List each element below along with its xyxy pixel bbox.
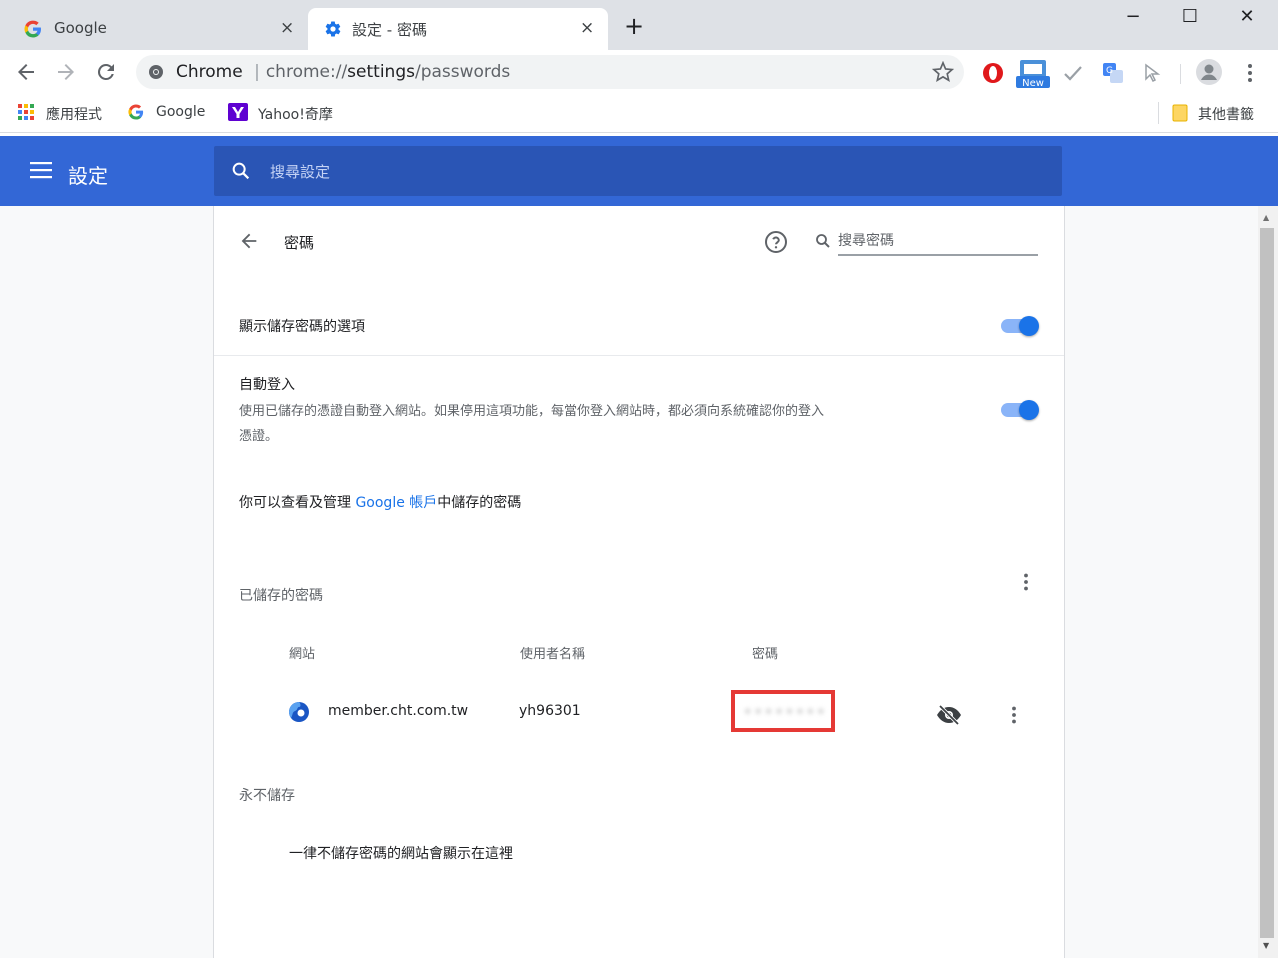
back-arrow-icon[interactable]: [238, 230, 260, 252]
toolbar: Chrome | chrome://settings/passwords New …: [0, 50, 1278, 94]
offer-save-toggle[interactable]: [999, 316, 1039, 336]
google-account-link[interactable]: Google 帳戶: [355, 495, 437, 511]
toolbar-divider: [1180, 64, 1181, 84]
url-scheme: chrome://: [265, 62, 348, 82]
check-extension-icon[interactable]: [1062, 62, 1084, 84]
avatar[interactable]: [1196, 59, 1222, 85]
site-favicon-icon: [288, 701, 310, 723]
scrollbar-thumb[interactable]: [1260, 228, 1274, 938]
more-vert-icon[interactable]: [1016, 572, 1036, 592]
column-header-site: 網站: [289, 647, 316, 662]
settings-search-placeholder: 搜尋設定: [270, 163, 331, 181]
chrome-menu-icon[interactable]: [1240, 62, 1260, 84]
bookmarks-bar: 應用程式 Google Yahoo!奇摩 其他書籤: [0, 94, 1278, 133]
bookmark-yahoo[interactable]: Yahoo!奇摩: [258, 104, 333, 124]
omnibox-separator: |: [254, 62, 260, 82]
tab-strip: Google × 設定 - 密碼 × + − ☐ ✕: [0, 0, 1278, 50]
auto-signin-label: 自動登入: [239, 377, 295, 393]
tab-google[interactable]: Google ×: [8, 8, 304, 50]
visibility-off-icon[interactable]: [936, 705, 962, 725]
opera-extension-icon[interactable]: [982, 62, 1004, 84]
bookmark-apps[interactable]: 應用程式: [46, 104, 102, 124]
password-search-placeholder: 搜尋密碼: [838, 233, 894, 249]
menu-icon[interactable]: [30, 160, 52, 180]
minimize-button[interactable]: −: [1108, 2, 1158, 30]
tab-title: 設定 - 密碼: [352, 21, 427, 39]
tab-settings-passwords[interactable]: 設定 - 密碼 ×: [308, 8, 608, 50]
bookmark-star-icon[interactable]: [932, 61, 954, 83]
search-icon: [230, 160, 252, 182]
omnibox-chip-label: Chrome: [176, 62, 243, 82]
tab-title: Google: [54, 19, 107, 37]
auto-signin-description-cont: 憑證。: [239, 429, 279, 444]
settings-search-input[interactable]: 搜尋設定: [214, 146, 1062, 196]
account-note-suffix: 中儲存的密碼: [437, 495, 522, 511]
new-tab-button[interactable]: +: [624, 14, 644, 38]
scroll-up-icon[interactable]: ▲: [1263, 214, 1269, 222]
settings-title: 設定: [68, 164, 108, 188]
account-note-prefix: 你可以查看及管理: [239, 495, 351, 511]
url-host: settings: [347, 62, 415, 82]
other-bookmarks[interactable]: 其他書籤: [1198, 104, 1254, 124]
entry-site[interactable]: member.cht.com.tw: [328, 703, 468, 719]
saved-passwords-heading: 已儲存的密碼: [239, 588, 323, 604]
column-header-password: 密碼: [752, 647, 779, 662]
svg-text:G: G: [1106, 66, 1113, 76]
never-saved-heading: 永不儲存: [239, 788, 295, 804]
bookmark-google[interactable]: Google: [156, 104, 205, 120]
chrome-page-icon: [148, 64, 164, 80]
cursor-extension-icon[interactable]: [1142, 62, 1164, 84]
omnibox[interactable]: Chrome | chrome://settings/passwords: [136, 55, 964, 89]
apps-grid-icon: [18, 104, 34, 120]
settings-header: 設定 搜尋設定: [0, 136, 1278, 206]
maximize-button[interactable]: ☐: [1165, 2, 1215, 30]
tab-close-button[interactable]: ×: [280, 18, 294, 38]
password-highlight-box: ••••••••: [731, 690, 835, 732]
translate-extension-icon[interactable]: G: [1102, 62, 1124, 84]
google-account-note: 你可以查看及管理 Google 帳戶中儲存的密碼: [239, 492, 521, 512]
google-g-icon: [128, 104, 144, 120]
url-path: /passwords: [414, 62, 511, 82]
column-header-username: 使用者名稱: [520, 647, 586, 662]
never-saved-empty: 一律不儲存密碼的網站會顯示在這裡: [289, 846, 513, 862]
tab-close-button[interactable]: ×: [580, 18, 594, 38]
page-title: 密碼: [284, 234, 315, 252]
entry-password: ••••••••: [743, 702, 827, 721]
password-search-input[interactable]: 搜尋密碼: [838, 228, 1038, 256]
reload-icon[interactable]: [94, 60, 118, 84]
passwords-card: 密碼 搜尋密碼 顯示儲存密碼的選項 自動登入 使用已儲存的憑證自動登入網站。如果…: [213, 206, 1065, 958]
auto-signin-toggle[interactable]: [999, 400, 1039, 420]
svg-text:New: New: [1022, 78, 1044, 88]
google-g-icon: [24, 20, 42, 38]
offer-save-label: 顯示儲存密碼的選項: [239, 319, 365, 335]
divider: [214, 355, 1064, 356]
yahoo-icon: [228, 103, 248, 121]
table-row: member.cht.com.tw yh96301 ••••••••: [214, 678, 1064, 748]
scroll-down-icon[interactable]: ▼: [1263, 942, 1269, 950]
forward-icon[interactable]: [54, 60, 78, 84]
close-window-button[interactable]: ✕: [1222, 2, 1272, 30]
back-icon[interactable]: [14, 60, 38, 84]
folder-icon: [1172, 104, 1188, 122]
auto-signin-description: 使用已儲存的憑證自動登入網站。如果停用這項功能，每當你登入網站時，都必須向系統確…: [239, 404, 825, 419]
scrollbar[interactable]: ▲ ▼: [1258, 206, 1278, 958]
password-search-icon: [814, 232, 832, 250]
new-extension-icon[interactable]: New: [1016, 60, 1050, 88]
row-more-vert-icon[interactable]: [1004, 705, 1024, 725]
help-icon[interactable]: [764, 230, 788, 254]
bookmark-divider: [1158, 102, 1159, 124]
omnibox-url: Chrome | chrome://settings/passwords: [176, 62, 510, 82]
entry-username: yh96301: [519, 703, 581, 719]
gear-icon: [324, 20, 342, 38]
